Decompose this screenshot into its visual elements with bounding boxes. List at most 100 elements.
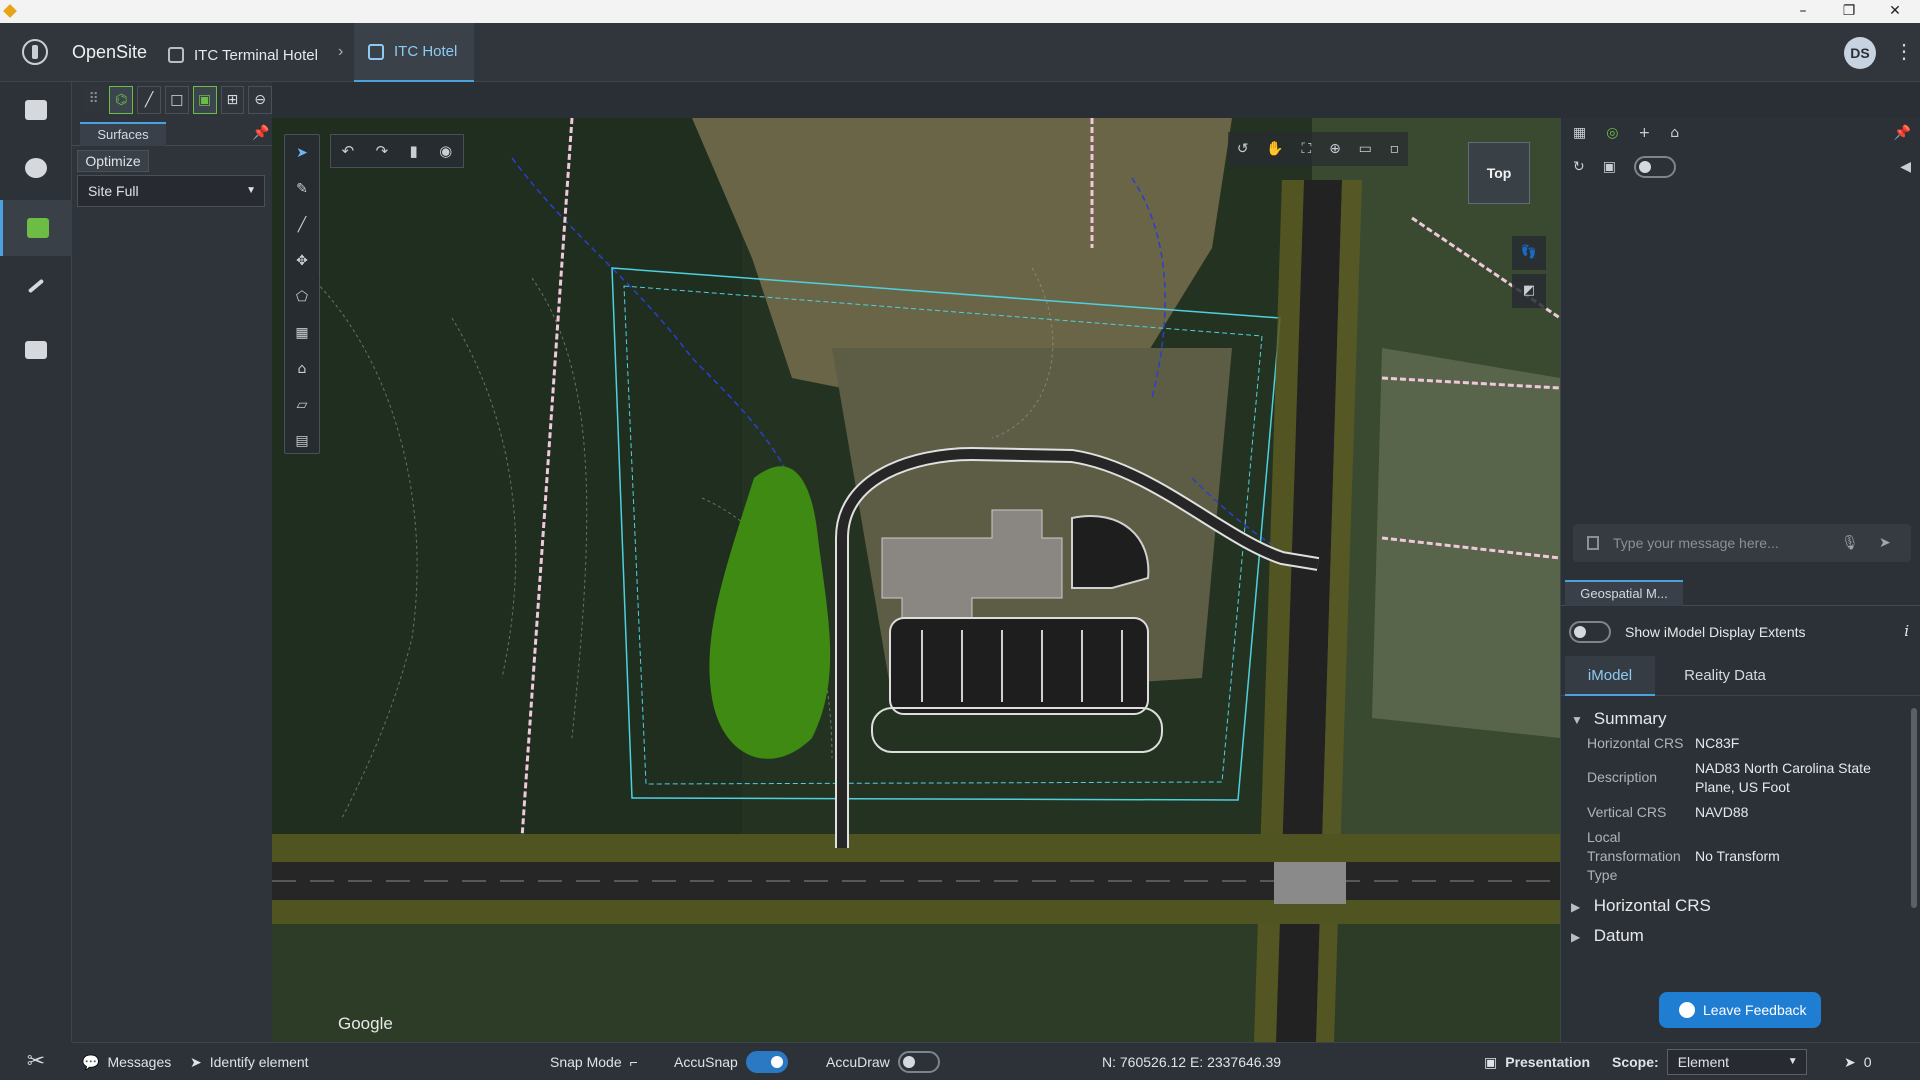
zoom-window-icon[interactable]: ⊕ bbox=[1329, 141, 1341, 157]
rectangle-tool-button[interactable]: □ bbox=[164, 86, 189, 114]
panel-toggle[interactable] bbox=[1633, 156, 1676, 178]
window-area-icon[interactable]: ▭ bbox=[1359, 141, 1372, 157]
maximize-button[interactable]: ❐ bbox=[1826, 0, 1872, 23]
polygon-tool-icon[interactable]: ⬠ bbox=[285, 279, 319, 315]
rail-edit-button[interactable] bbox=[0, 258, 72, 314]
add-icon[interactable]: + bbox=[1638, 125, 1650, 141]
grid-tool-icon[interactable]: ▦ bbox=[285, 315, 319, 351]
hierarchy-icon[interactable]: ⌂ bbox=[1670, 125, 1679, 141]
app-icon bbox=[3, 4, 17, 18]
messages-button[interactable]: 💬 Messages bbox=[82, 1043, 171, 1080]
accusnap-toggle[interactable] bbox=[745, 1051, 788, 1073]
edit-toolbar: ↶ ↷ ▮ ◉ bbox=[330, 134, 464, 168]
snap-mode-button[interactable]: Snap Mode ⌐ bbox=[550, 1043, 638, 1080]
app-brand: OpenSite bbox=[72, 42, 148, 62]
presentation-button[interactable]: ▣ Presentation bbox=[1484, 1043, 1590, 1080]
walk-mode-icon[interactable]: 👣 bbox=[1512, 236, 1546, 270]
summary-header[interactable]: ▼ Summary bbox=[1561, 704, 1911, 734]
right-panel-toolbar-2: ↻ ▣ ◀ bbox=[1561, 152, 1920, 182]
view-cube[interactable]: Top bbox=[1468, 142, 1530, 204]
minimize-button[interactable]: – bbox=[1780, 0, 1826, 23]
optimize-button[interactable]: Optimize bbox=[77, 150, 149, 172]
pin-icon[interactable]: 📌 bbox=[252, 124, 269, 141]
chevron-right-icon: ▶ bbox=[1571, 930, 1581, 944]
undo-icon[interactable]: ↶ bbox=[342, 142, 355, 160]
speaker-icon[interactable]: ◀ bbox=[1900, 159, 1911, 175]
select-tool-icon[interactable]: ➤ bbox=[285, 135, 319, 171]
tab-imodel[interactable]: iModel bbox=[1565, 656, 1655, 696]
visibility-eye-icon[interactable]: ◉ bbox=[439, 142, 452, 160]
summary-title: Summary bbox=[1593, 709, 1667, 728]
property-value: NC83F bbox=[1695, 735, 1740, 751]
accudraw-control[interactable]: AccuDraw bbox=[826, 1043, 940, 1080]
slope-tool-icon[interactable]: ⌂ bbox=[285, 351, 319, 387]
property-key: Horizontal CRS bbox=[1587, 735, 1684, 751]
remove-tool-button[interactable]: ⊖ bbox=[248, 86, 273, 114]
refresh-icon[interactable]: ↻ bbox=[1573, 159, 1585, 175]
line-tool-icon[interactable]: ╱ bbox=[285, 207, 319, 243]
site-map[interactable] bbox=[272, 118, 1560, 1042]
pin-icon[interactable]: 📌 bbox=[1894, 125, 1911, 141]
save-icon[interactable]: ▣ bbox=[1603, 159, 1616, 175]
display-extents-toggle[interactable] bbox=[1569, 621, 1611, 643]
fit-view-icon[interactable]: ⛶ bbox=[1302, 141, 1312, 157]
close-button[interactable]: ✕ bbox=[1872, 0, 1918, 23]
datum-header[interactable]: ▶ Datum bbox=[1561, 921, 1911, 951]
tab-surfaces[interactable]: Surfaces bbox=[80, 122, 166, 146]
accudraw-toggle[interactable] bbox=[897, 1051, 940, 1073]
rotate-view-icon[interactable]: ↺ bbox=[1237, 141, 1249, 157]
scope-select[interactable]: Element ▼ bbox=[1666, 1049, 1807, 1075]
identify-element[interactable]: ➤ Identify element bbox=[190, 1043, 309, 1080]
presentation-label: Presentation bbox=[1505, 1054, 1591, 1070]
surfaces-icon bbox=[26, 218, 49, 238]
rail-info-button[interactable] bbox=[0, 140, 72, 196]
message-input[interactable]: Type your message here... 🎙 ➤ bbox=[1573, 524, 1911, 562]
move-tool-icon[interactable]: ✥ bbox=[285, 243, 319, 279]
rail-toolbox-button[interactable] bbox=[0, 322, 72, 378]
selection-count[interactable]: ➤ 0 bbox=[1844, 1043, 1872, 1080]
feedback-label: Leave Feedback bbox=[1703, 1002, 1807, 1018]
send-icon[interactable]: ➤ bbox=[1879, 524, 1891, 562]
breadcrumb-project-label: ITC Terminal Hotel bbox=[194, 46, 318, 64]
property-value: NAVD88 bbox=[1695, 804, 1749, 820]
messages-label: Messages bbox=[107, 1054, 172, 1070]
pencil-tool-icon[interactable]: ✎ bbox=[285, 171, 319, 207]
leave-feedback-button[interactable]: Leave Feedback bbox=[1659, 992, 1821, 1028]
clipboard-tool-icon[interactable]: ▤ bbox=[285, 423, 319, 459]
breadcrumb-project[interactable]: ITC Terminal Hotel bbox=[168, 43, 318, 67]
delete-icon[interactable]: ▮ bbox=[410, 142, 418, 160]
tools-icon[interactable]: ✂ bbox=[0, 1042, 72, 1080]
rail-models-button[interactable] bbox=[0, 82, 72, 138]
horizontal-crs-header[interactable]: ▶ Horizontal CRS bbox=[1561, 891, 1911, 921]
presentation-icon: ▣ bbox=[1484, 1054, 1498, 1070]
camera-icon[interactable]: ◩ bbox=[1512, 274, 1546, 308]
surface-select[interactable]: Site Full ▼ bbox=[77, 175, 265, 207]
layers-tool-button[interactable]: ▣ bbox=[192, 86, 217, 114]
surface-3d-tool-icon[interactable]: ▱ bbox=[285, 387, 319, 423]
surface-tool-button[interactable]: ⌬ bbox=[109, 86, 134, 114]
pan-hand-icon[interactable]: ✋ bbox=[1266, 141, 1283, 157]
map-icon[interactable]: ▦ bbox=[1573, 125, 1586, 141]
project-icon bbox=[168, 47, 184, 63]
info-icon[interactable]: i bbox=[1904, 622, 1909, 640]
line-tool-button[interactable]: ╱ bbox=[137, 86, 161, 114]
microphone-icon[interactable]: 🎙 bbox=[1841, 524, 1859, 562]
chat-icon[interactable]: ◎ bbox=[1606, 125, 1618, 141]
drag-handle-icon[interactable]: ⠿ bbox=[82, 86, 106, 114]
section-icon[interactable]: ▫ bbox=[1390, 141, 1400, 157]
display-extents-label: Show iModel Display Extents bbox=[1625, 624, 1806, 640]
panel-tab-row: Surfaces 📌 bbox=[72, 122, 272, 146]
rail-surfaces-button[interactable] bbox=[0, 200, 72, 256]
accusnap-control[interactable]: AccuSnap bbox=[674, 1043, 788, 1080]
scrollbar[interactable] bbox=[1911, 708, 1917, 908]
map-viewport[interactable]: ➤ ✎ ╱ ✥ ⬠ ▦ ⌂ ▱ ▤ ↶ ↷ ▮ ◉ ↺ ✋ ⛶ ⊕ ▭ ▫ To… bbox=[272, 118, 1560, 1042]
redo-icon[interactable]: ↷ bbox=[376, 142, 389, 160]
breadcrumb-model[interactable]: ITC Hotel bbox=[354, 23, 474, 82]
tab-geospatial[interactable]: Geospatial M... bbox=[1565, 580, 1683, 606]
more-menu-icon[interactable]: ⋮ bbox=[1894, 39, 1914, 64]
tab-reality-data[interactable]: Reality Data bbox=[1665, 656, 1785, 696]
user-avatar[interactable]: DS bbox=[1844, 37, 1876, 69]
add-tool-button[interactable]: ⊞ bbox=[220, 86, 245, 114]
datum-title: Datum bbox=[1593, 926, 1644, 945]
opensite-logo-icon[interactable] bbox=[22, 39, 48, 65]
